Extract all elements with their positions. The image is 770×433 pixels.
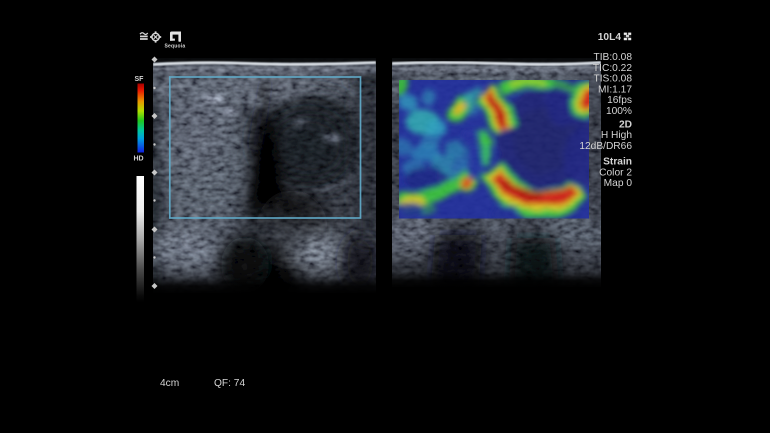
svg-text:TIC:0.22: TIC:0.22 — [593, 63, 632, 74]
svg-text:Map 0: Map 0 — [604, 178, 633, 189]
svg-text:16fps: 16fps — [607, 95, 632, 106]
svg-text:TIS:0.08: TIS:0.08 — [593, 74, 632, 85]
svg-text:H High: H High — [601, 130, 632, 141]
svg-text:Sequoia: Sequoia — [165, 43, 186, 49]
svg-text:Color 2: Color 2 — [599, 167, 632, 178]
svg-text:2D: 2D — [619, 119, 632, 130]
svg-text:100%: 100% — [606, 106, 632, 117]
svg-text:TIB:0.08: TIB:0.08 — [593, 52, 632, 63]
svg-text:Strain: Strain — [603, 157, 632, 168]
svg-text:HD: HD — [134, 156, 144, 163]
svg-text:4cm: 4cm — [160, 378, 179, 389]
svg-text:12dB/DR66: 12dB/DR66 — [579, 141, 632, 152]
svg-text:QF: 74: QF: 74 — [214, 378, 245, 389]
svg-text:10L4: 10L4 — [598, 32, 622, 43]
svg-text:MI:1.17: MI:1.17 — [598, 84, 632, 95]
svg-text:SF: SF — [135, 76, 145, 83]
